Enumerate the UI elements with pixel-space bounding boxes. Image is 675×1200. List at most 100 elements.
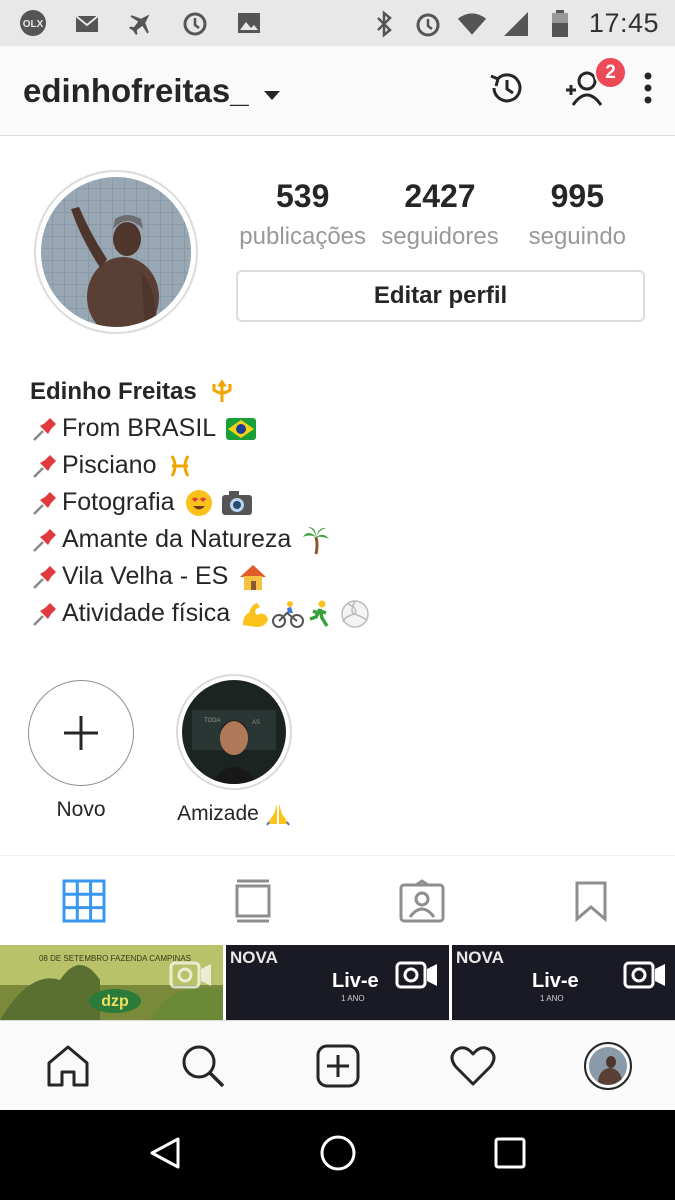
tab-tagged[interactable] bbox=[338, 856, 507, 945]
pushpin-icon bbox=[30, 562, 60, 592]
alarm-icon bbox=[413, 9, 443, 39]
brazil-flag-icon bbox=[226, 417, 257, 440]
pushpin-icon bbox=[30, 525, 60, 555]
house-icon bbox=[238, 563, 268, 591]
video-icon bbox=[623, 959, 667, 996]
post-thumbnail[interactable]: NOVA Liv-e 1 ANO bbox=[226, 945, 449, 1020]
image-icon bbox=[234, 8, 264, 38]
bio-line-city: Vila Velha - ES bbox=[62, 562, 229, 590]
edit-profile-button[interactable]: Editar perfil bbox=[236, 270, 645, 322]
flexed-biceps-icon bbox=[240, 599, 270, 629]
posts-stat[interactable]: 539 publicações bbox=[234, 178, 371, 251]
profile-stats: 539 publicações 2427 seguidores 995 segu… bbox=[234, 178, 646, 251]
bio-line-hobby: Fotografia bbox=[62, 488, 175, 516]
status-bar: OLX 17:45 bbox=[0, 0, 675, 46]
post-thumbnail[interactable]: NOVA Liv-e 1 ANO bbox=[452, 945, 675, 1020]
heart-icon bbox=[450, 1045, 495, 1085]
camera-emoji-icon bbox=[221, 490, 253, 516]
discover-people-button[interactable]: 2 bbox=[563, 56, 627, 113]
followers-stat[interactable]: 2427 seguidores bbox=[371, 178, 508, 251]
post-sub-text: 1 ANO bbox=[540, 994, 564, 1003]
mail-heart-icon bbox=[72, 8, 102, 38]
highlight-amizade[interactable]: TODA AS Amizade bbox=[176, 674, 292, 826]
more-options-icon[interactable] bbox=[643, 71, 653, 110]
praying-hands-icon bbox=[265, 802, 291, 826]
nav-activity[interactable] bbox=[405, 1021, 540, 1110]
post-title-text: NOVA bbox=[230, 948, 278, 967]
svg-text:AS: AS bbox=[252, 720, 260, 726]
nav-search[interactable] bbox=[135, 1021, 270, 1110]
feed-icon bbox=[235, 879, 271, 922]
following-count: 995 bbox=[550, 178, 605, 214]
highlight-cover[interactable]: TODA AS bbox=[176, 674, 292, 790]
posts-label: publicações bbox=[239, 223, 367, 250]
add-post-icon bbox=[316, 1044, 359, 1087]
followers-count: 2427 bbox=[404, 178, 476, 214]
pushpin-icon bbox=[30, 451, 60, 481]
tagged-icon bbox=[399, 878, 445, 922]
runner-icon bbox=[306, 599, 334, 629]
signal-icon bbox=[501, 9, 531, 39]
home-icon bbox=[47, 1045, 88, 1086]
battery-icon bbox=[545, 9, 575, 39]
bio: Edinho Freitas From BRASIL Pisciano Foto… bbox=[30, 374, 630, 632]
bluetooth-icon bbox=[369, 9, 399, 39]
heart-eyes-emoji-icon bbox=[185, 489, 213, 517]
home-circle-icon[interactable] bbox=[319, 1134, 357, 1177]
palm-tree-icon bbox=[301, 525, 331, 555]
bio-line-sign: Pisciano bbox=[62, 451, 157, 479]
tab-grid[interactable] bbox=[0, 856, 169, 945]
volleyball-icon bbox=[340, 599, 370, 629]
tab-feed[interactable] bbox=[169, 856, 338, 945]
post-grid: dzp 08 DE SETEMBRO FAZENDA CAMPINAS NOVA… bbox=[0, 945, 675, 1020]
svg-text:OLX: OLX bbox=[23, 19, 44, 30]
olx-icon: OLX bbox=[18, 8, 48, 38]
search-icon bbox=[182, 1045, 224, 1087]
bio-line-nature: Amante da Natureza bbox=[62, 525, 292, 553]
nav-home[interactable] bbox=[0, 1021, 135, 1110]
profile-avatar-icon bbox=[583, 1041, 632, 1090]
following-label: seguindo bbox=[528, 223, 627, 250]
trident-icon bbox=[209, 379, 235, 405]
clock-time: 17:45 bbox=[588, 8, 659, 38]
tab-saved[interactable] bbox=[506, 856, 675, 945]
video-icon bbox=[395, 959, 439, 996]
followers-label: seguidores bbox=[381, 223, 499, 250]
profile-tabs bbox=[0, 855, 675, 945]
profile-header: edinhofreitas_ 2 bbox=[0, 46, 675, 136]
chevron-down-icon bbox=[263, 72, 281, 110]
post-thumbnail[interactable]: dzp 08 DE SETEMBRO FAZENDA CAMPINAS bbox=[0, 945, 223, 1020]
new-highlight-button[interactable] bbox=[28, 680, 134, 786]
archive-history-icon[interactable] bbox=[487, 68, 527, 113]
recents-icon[interactable] bbox=[493, 1136, 527, 1175]
post-title-text: NOVA bbox=[456, 948, 504, 967]
post-logo-text: Liv-e bbox=[332, 970, 379, 992]
back-icon[interactable] bbox=[148, 1135, 184, 1176]
highlight-label-amizade: Amizade bbox=[177, 802, 259, 825]
account-switcher[interactable]: edinhofreitas_ bbox=[23, 72, 281, 110]
avatar[interactable] bbox=[41, 177, 191, 327]
highlight-new[interactable]: Novo bbox=[28, 680, 134, 822]
post-logo-text: Liv-e bbox=[532, 970, 579, 992]
bio-line-activity: Atividade física bbox=[62, 599, 231, 627]
plus-icon bbox=[64, 716, 98, 750]
post-logo-text: dzp bbox=[101, 993, 129, 1010]
bookmark-icon bbox=[575, 881, 607, 922]
nav-new-post[interactable] bbox=[270, 1021, 405, 1110]
pushpin-icon bbox=[30, 599, 60, 629]
svg-text:TODA: TODA bbox=[204, 718, 221, 724]
wifi-icon bbox=[457, 9, 487, 39]
following-stat[interactable]: 995 seguindo bbox=[509, 178, 646, 251]
nav-profile[interactable] bbox=[540, 1021, 675, 1110]
posts-count: 539 bbox=[275, 178, 330, 214]
bottom-navigation bbox=[0, 1020, 675, 1110]
header-username: edinhofreitas_ bbox=[23, 72, 249, 109]
highlight-label-new: Novo bbox=[56, 798, 106, 821]
video-icon bbox=[169, 959, 213, 996]
android-navigation-bar bbox=[0, 1110, 675, 1200]
post-sub-text: 1 ANO bbox=[341, 994, 365, 1003]
pushpin-icon bbox=[30, 414, 60, 444]
cyclist-icon bbox=[272, 599, 305, 629]
grid-icon bbox=[62, 879, 106, 922]
pisces-icon bbox=[166, 452, 193, 479]
